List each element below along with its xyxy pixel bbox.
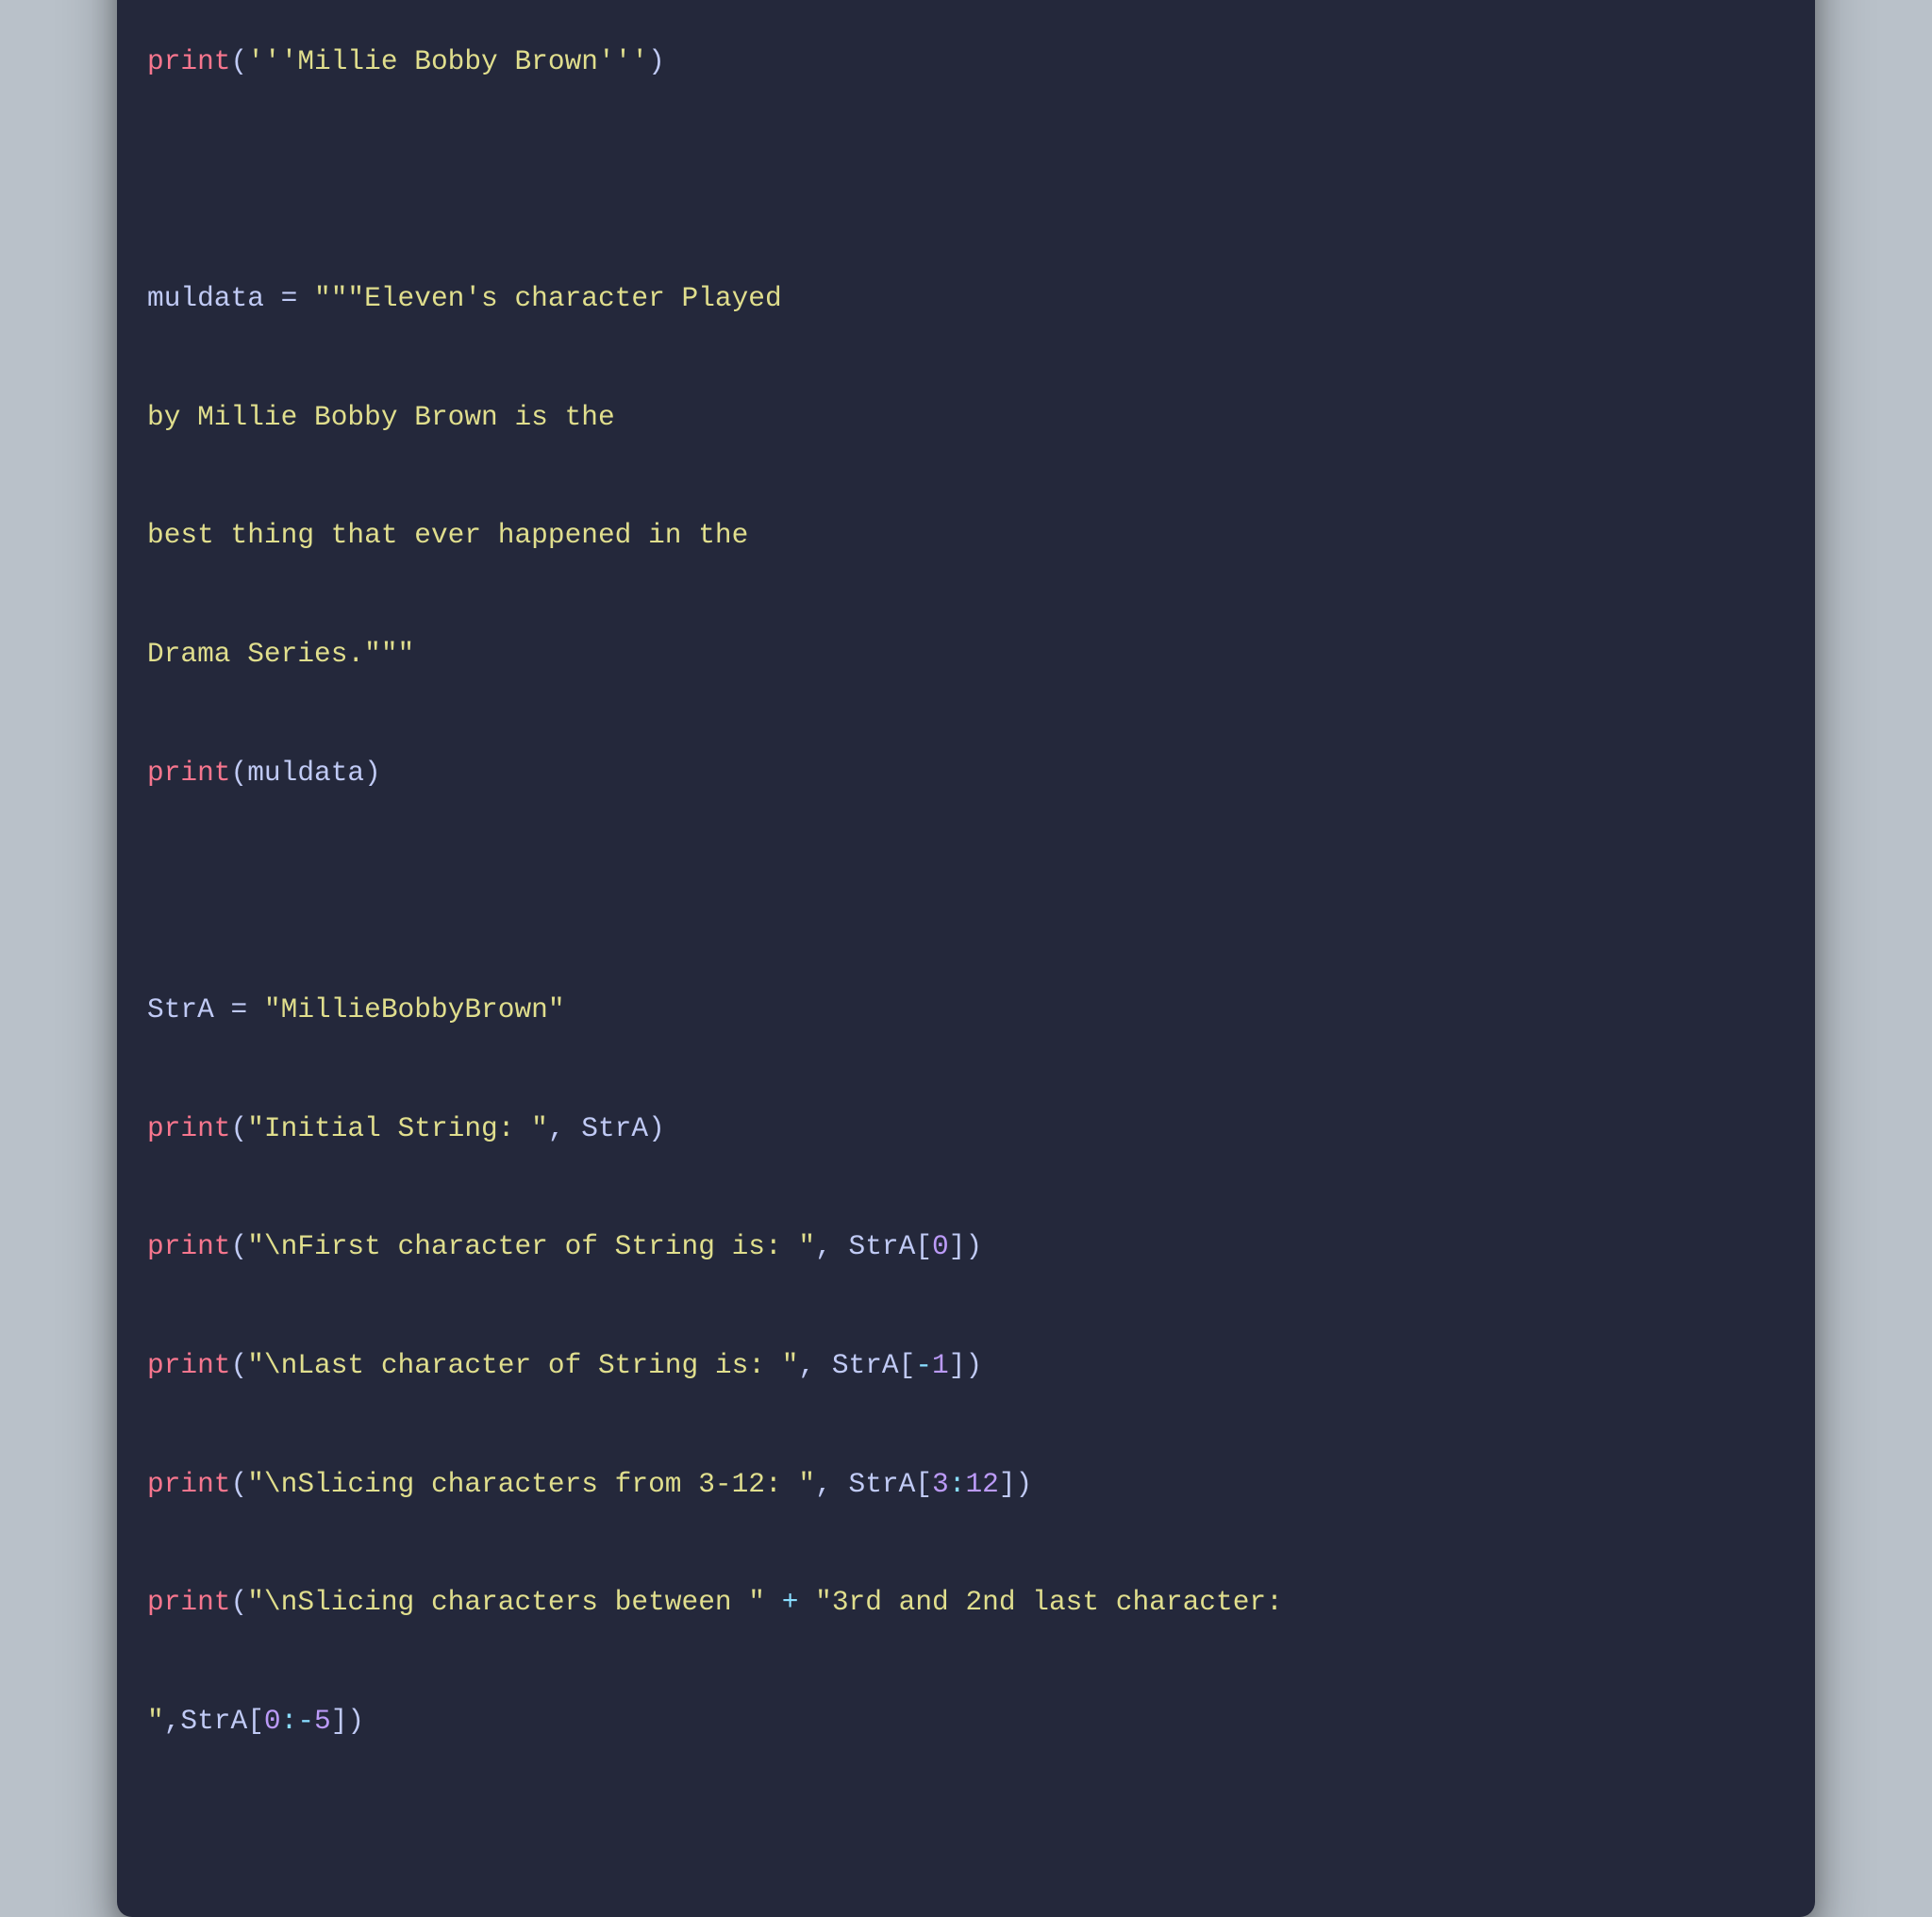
punct: ( xyxy=(231,1586,248,1618)
punct: ]) xyxy=(999,1468,1032,1500)
assignment: muldata = xyxy=(147,282,314,314)
punct: ( xyxy=(231,45,248,77)
string-literal: "\nLast character of String is: " xyxy=(247,1349,798,1381)
code-line: by Millie Bobby Brown is the xyxy=(147,388,1785,447)
code-line: ",StrA[0:-5]) xyxy=(147,1692,1785,1751)
function-call: print xyxy=(147,1586,231,1618)
string-literal: "Initial String: " xyxy=(247,1112,548,1144)
punct: (muldata) xyxy=(231,757,381,789)
string-literal: " xyxy=(147,1705,164,1737)
punct: , StrA) xyxy=(548,1112,665,1144)
punct: ( xyxy=(231,1349,248,1381)
code-line: print('''Millie Bobby Brown''') xyxy=(147,32,1785,92)
operator: + xyxy=(765,1586,815,1618)
punct: ,StrA[ xyxy=(164,1705,264,1737)
punct: , StrA[ xyxy=(798,1349,915,1381)
code-line: StrA = "MillieBobbyBrown" xyxy=(147,980,1785,1040)
code-line: print("\nSlicing characters from 3-12: "… xyxy=(147,1455,1785,1514)
string-literal: '''Millie Bobby Brown''' xyxy=(247,45,648,77)
number-literal: 5 xyxy=(314,1705,331,1737)
number-literal: 12 xyxy=(965,1468,998,1500)
code-line: print(muldata) xyxy=(147,743,1785,803)
punct: ]) xyxy=(331,1705,364,1737)
punct: , StrA[ xyxy=(815,1230,932,1262)
code-line: print("\nLast character of String is: ",… xyxy=(147,1336,1785,1395)
code-block: print("Millie Bobby Brown") print('Milli… xyxy=(147,0,1785,1870)
string-literal: by Millie Bobby Brown is the xyxy=(147,401,631,433)
string-literal: best thing that ever happened in the xyxy=(147,519,765,551)
punct: ) xyxy=(648,45,665,77)
function-call: print xyxy=(147,1468,231,1500)
code-line: print("Initial String: ", StrA) xyxy=(147,1099,1785,1159)
number-literal: 0 xyxy=(264,1705,281,1737)
assignment: StrA = xyxy=(147,993,264,1025)
operator: - xyxy=(297,1705,314,1737)
string-literal: "\nFirst character of String is: " xyxy=(247,1230,815,1262)
function-call: print xyxy=(147,45,231,77)
string-literal: """Eleven's character Played xyxy=(314,282,798,314)
string-literal: "MillieBobbyBrown" xyxy=(264,993,565,1025)
punct: ( xyxy=(231,1112,248,1144)
operator: : xyxy=(281,1705,298,1737)
operator: - xyxy=(915,1349,932,1381)
code-line: best thing that ever happened in the xyxy=(147,506,1785,565)
punct: ]) xyxy=(949,1230,982,1262)
function-call: print xyxy=(147,757,231,789)
punct: ( xyxy=(231,1230,248,1262)
number-literal: 0 xyxy=(932,1230,949,1262)
code-line: Drama Series.""" xyxy=(147,625,1785,684)
number-literal: 3 xyxy=(932,1468,949,1500)
code-line: muldata = """Eleven's character Played xyxy=(147,269,1785,328)
operator: : xyxy=(949,1468,966,1500)
code-window: print("Millie Bobby Brown") print('Milli… xyxy=(117,0,1815,1917)
punct: ( xyxy=(231,1468,248,1500)
function-call: print xyxy=(147,1230,231,1262)
function-call: print xyxy=(147,1349,231,1381)
string-literal: "3rd and 2nd last character: xyxy=(815,1586,1299,1618)
code-line: print("\nFirst character of String is: "… xyxy=(147,1217,1785,1276)
code-line: print("\nSlicing characters between " + … xyxy=(147,1573,1785,1632)
number-literal: 1 xyxy=(932,1349,949,1381)
string-literal: "\nSlicing characters from 3-12: " xyxy=(247,1468,815,1500)
string-literal: Drama Series.""" xyxy=(147,638,414,670)
function-call: print xyxy=(147,1112,231,1144)
blank-line xyxy=(147,861,1785,921)
punct: ]) xyxy=(949,1349,982,1381)
string-literal: "\nSlicing characters between " xyxy=(247,1586,765,1618)
punct: , StrA[ xyxy=(815,1468,932,1500)
blank-line xyxy=(147,150,1785,209)
